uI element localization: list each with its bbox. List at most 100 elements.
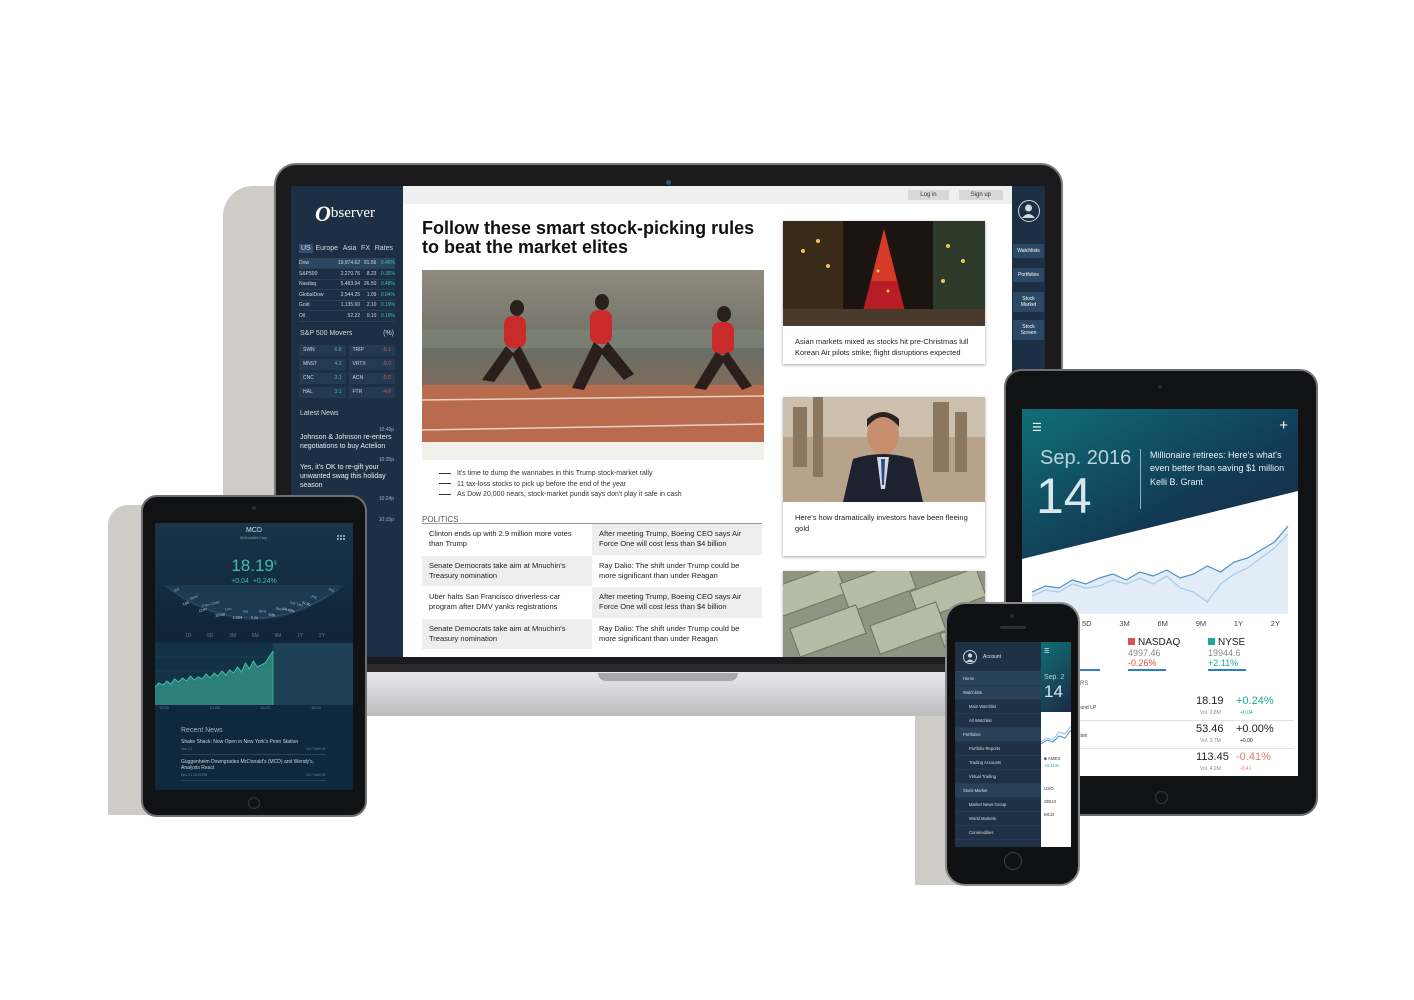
main-headline[interactable]: Follow these smart stock-picking rules t… [422, 219, 772, 257]
login-button[interactable]: Log in [908, 190, 949, 200]
signup-button[interactable]: Sign up [958, 190, 1003, 200]
mover-item[interactable]: VRTX -5.0 [348, 358, 395, 370]
tr-range-tab[interactable]: 5D [1082, 619, 1092, 628]
politics-story[interactable]: Senate Democrats take aim at Mnuchin's T… [422, 555, 592, 587]
tl-range-tab[interactable]: 2Y [319, 633, 325, 639]
ph-menu-item[interactable]: Portfolio Reports [955, 742, 1041, 756]
index-change: 1.09 [360, 289, 377, 301]
tr-range-tab[interactable]: 9M [1196, 619, 1206, 628]
tl-range-tab[interactable]: 9M [274, 633, 281, 639]
ph-menu-item[interactable]: Main Watchlist [955, 700, 1041, 714]
index-row[interactable]: GlobalDow 2,544.25 1.09 0.04% [299, 289, 395, 301]
ph-menu-section[interactable]: Portfolios [955, 728, 1041, 742]
account-avatar-icon[interactable] [1017, 200, 1040, 222]
side-story-caption: Here's how dramatically investors have b… [795, 513, 968, 533]
news-headline[interactable]: Johnson & Johnson re-enters negotiations… [300, 433, 394, 451]
ph-menu-item[interactable]: Trading Accounts [955, 756, 1041, 770]
tr-menu-icon[interactable]: ☰ [1032, 421, 1042, 434]
ph-peek-ticker[interactable]: USO [1044, 782, 1056, 795]
related-link[interactable]: As Dow 20,000 nears, stock-market pundit… [439, 490, 682, 501]
index-row[interactable]: Gold 1,135.60 2.10 0.19% [299, 300, 395, 311]
ph-peek-ticker[interactable]: MCD [1044, 808, 1056, 821]
politics-story[interactable]: After meeting Trump, Boeing CEO says Air… [592, 587, 762, 619]
tr-range-tab[interactable]: 1Y [1234, 619, 1243, 628]
politics-story[interactable]: Uber halts San Francisco driverless-car … [422, 587, 592, 619]
ph-peek-ticker[interactable]: SBUX [1044, 795, 1056, 808]
politics-story[interactable]: After meeting Trump, Boeing CEO says Air… [592, 524, 762, 556]
tr-mover-row[interactable]: al Fund LP 18.19 +0.24% Vol. 2.8M +0.04 [1072, 693, 1294, 721]
tr-range-tab[interactable]: 3M [1119, 619, 1129, 628]
latest-news-header: Latest News [291, 402, 403, 421]
mover-item[interactable]: SWN 6.8 [299, 344, 346, 356]
nav-stock-market[interactable]: Stock Market [1013, 292, 1044, 312]
news-headline[interactable]: Yes, it's OK to re-gift your unwanted sw… [300, 463, 394, 490]
ph-menu-section[interactable]: Home [955, 672, 1041, 686]
tr-index-card[interactable]: NASDAQ 4997.46 -0.26% [1128, 637, 1208, 671]
nav-stock-screen[interactable]: Stock Screen [1013, 320, 1044, 340]
tr-mover-row[interactable]: oration53.46+0.00%Vol. 3.7M+0.00 [1072, 721, 1294, 749]
phone-screen: Account Home Watchlists Main Watchlist All … [955, 642, 1071, 847]
nav-watchlists[interactable]: Watchlists [1013, 244, 1044, 258]
tr-range-tab[interactable]: 2Y [1271, 619, 1280, 628]
phone-home-button[interactable] [1004, 852, 1022, 870]
politics-story[interactable]: Ray Dalio: The shift under Trump could b… [592, 619, 762, 650]
tl-stat-value: 5.24 [251, 616, 258, 620]
ph-menu-item[interactable]: Market News Group [955, 798, 1041, 812]
tr-story[interactable]: Millionaire retirees: Here's what's even… [1150, 449, 1290, 475]
ph-menu-item[interactable]: Commodities [955, 826, 1041, 840]
politics-story[interactable]: Ray Dalio: The shift under Trump could b… [592, 556, 762, 587]
index-row[interactable]: Dow 19,974.62 91.56 0.46% [299, 258, 395, 269]
ph-menu-section[interactable]: Stock Market [955, 784, 1041, 798]
related-links: It's time to dump the wannabes in this T… [439, 469, 682, 501]
politics-story[interactable]: Clinton ends up with 2.9 million more vo… [422, 524, 592, 556]
ph-menu-section[interactable]: Watchlists [955, 686, 1041, 700]
tl-range-tab[interactable]: 6M [252, 633, 259, 639]
ph-account-row[interactable]: Account [955, 642, 1041, 672]
tablet-right-home-button[interactable] [1155, 791, 1168, 804]
mover-item[interactable]: TRIP -5.1 [348, 344, 395, 356]
ph-menu-item[interactable]: World Markets [955, 812, 1041, 826]
tr-index-value: 19944.6 [1208, 648, 1241, 658]
mover-item[interactable]: CNC 3.1 [299, 372, 346, 384]
tr-range-tab[interactable]: 6M [1158, 619, 1168, 628]
observer-logo[interactable]: Observer [291, 186, 403, 241]
ph-peek-index: ■ AMEX [1044, 756, 1061, 761]
tl-news-item[interactable]: Guggenheim Downgrades McDonald's (MCD) a… [181, 759, 326, 781]
mover-symbol: MNST [303, 361, 318, 367]
index-row[interactable]: Oil 52.22 0.10 0.19% [299, 310, 395, 322]
tl-news-list: Shake Shack: Now Open in New York's Penn… [181, 739, 326, 785]
tl-range-tab[interactable]: 1D [185, 633, 191, 639]
related-link[interactable]: It's time to dump the wannabes in this T… [439, 469, 682, 480]
mover-item[interactable]: HAL 3.1 [299, 386, 346, 398]
tr-index-card[interactable]: NYSE 19944.6 +2.11% [1208, 637, 1288, 671]
index-row[interactable]: Nasdaq 5,483.94 26.50 0.48% [299, 279, 395, 290]
tablet-left-home-button[interactable] [248, 797, 260, 809]
ph-menu-item[interactable]: All Watchlist [955, 714, 1041, 728]
tl-range-tab[interactable]: 5D [207, 633, 213, 639]
side-story-card[interactable]: Asian markets mixed as stocks hit pre-Ch… [783, 221, 985, 364]
tab-us[interactable]: US [299, 243, 313, 253]
tl-grid-icon[interactable] [337, 529, 345, 540]
ph-menu-item[interactable]: Virtual Trading [955, 770, 1041, 784]
tab-asia[interactable]: Asia [341, 244, 359, 253]
tr-mover-row[interactable]: rp113.45-0.41%Vol. 4.2M-0.41 [1072, 749, 1294, 776]
laptop-camera [666, 180, 671, 185]
mover-item[interactable]: MNST 4.2 [299, 358, 346, 370]
tl-news-item[interactable]: Shake Shack: Now Open in New York's Penn… [181, 739, 326, 755]
index-row[interactable]: S&P500 2,270.76 8.23 0.36% [299, 268, 395, 280]
tr-add-icon[interactable]: + [1279, 417, 1288, 434]
mover-item[interactable]: FTR -4.6 [348, 386, 395, 398]
tl-range-tab[interactable]: 1Y [297, 633, 303, 639]
tl-range-tab[interactable]: 3M [229, 633, 236, 639]
side-story-card[interactable]: Here's how dramatically investors have b… [783, 397, 985, 556]
tab-fx[interactable]: FX [359, 244, 372, 253]
tab-europe[interactable]: Europe [313, 244, 340, 253]
mover-item[interactable]: ACN -5.0 [348, 372, 395, 384]
runners-photo[interactable] [422, 270, 764, 460]
nav-portfolios[interactable]: Portfolios [1013, 268, 1044, 282]
related-link[interactable]: 11 tax-loss stocks to pick up before the… [439, 480, 682, 491]
tr-index-underline [1128, 669, 1166, 671]
index-pct: 0.36% [376, 268, 395, 280]
politics-story[interactable]: Senate Democrats take aim at Mnuchin's T… [422, 618, 592, 650]
tab-rates[interactable]: Rates [373, 244, 395, 253]
